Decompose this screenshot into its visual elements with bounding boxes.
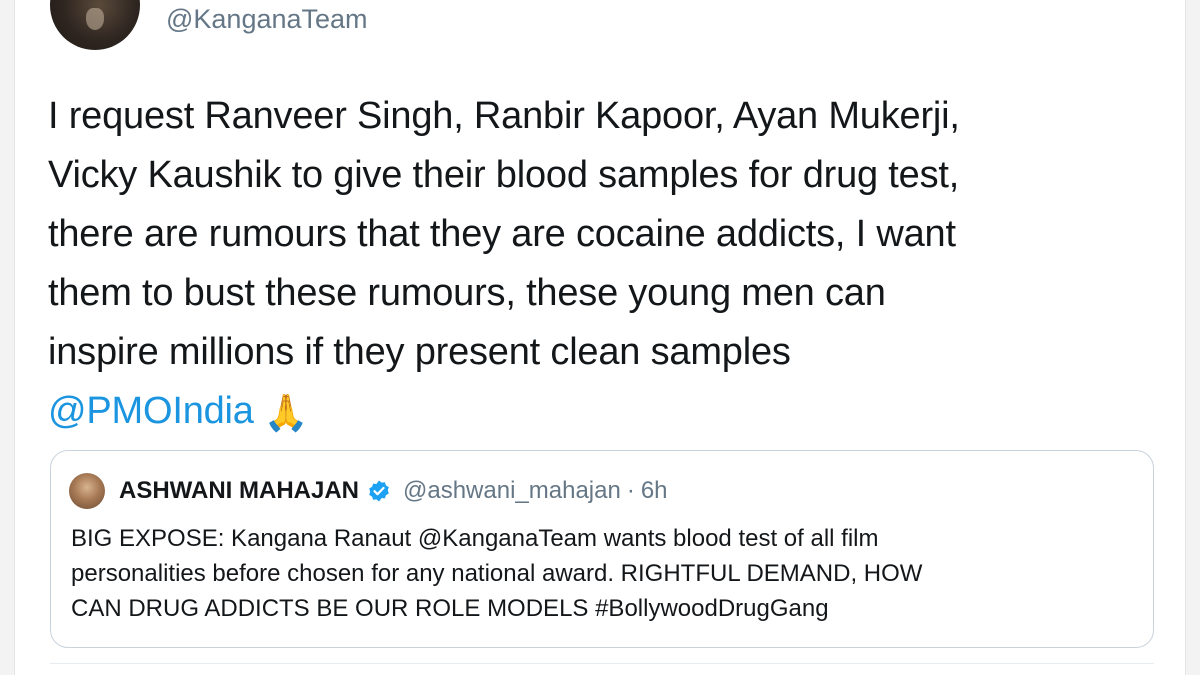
quoted-tweet-body: BIG EXPOSE: Kangana Ranaut @KanganaTeam … xyxy=(71,521,1141,626)
tweet-text-line: there are rumours that they are cocaine … xyxy=(48,213,956,255)
quoted-tweet-timestamp[interactable]: 6h xyxy=(641,477,668,505)
quoted-text-line: personalities before chosen for any nati… xyxy=(71,560,923,587)
quoted-tweet-header: ASHWANI MAHAJAN @ashwani_mahajan · 6h xyxy=(69,471,668,511)
quoted-author-name[interactable]: ASHWANI MAHAJAN xyxy=(119,477,359,505)
divider xyxy=(50,663,1154,664)
tweet-text-line: I request Ranveer Singh, Ranbir Kapoor, … xyxy=(48,95,960,137)
author-handle[interactable]: @KanganaTeam xyxy=(166,4,368,35)
meta-separator: · xyxy=(626,477,635,504)
tweet-text-line: inspire millions if they present clean s… xyxy=(48,331,791,373)
tweet-mention-line: @PMOIndia 🙏 xyxy=(48,382,1168,442)
verified-badge-icon xyxy=(367,479,391,503)
quoted-text-line: CAN DRUG ADDICTS BE OUR ROLE MODELS #Bol… xyxy=(71,595,829,622)
quoted-author-handle[interactable]: @ashwani_mahajan xyxy=(403,477,621,505)
folded-hands-emoji-icon: 🙏 xyxy=(263,392,309,433)
author-avatar[interactable] xyxy=(50,0,140,50)
tweet-body: I request Ranveer Singh, Ranbir Kapoor, … xyxy=(48,87,1168,442)
right-frame-edge xyxy=(1185,0,1200,675)
pmo-india-mention-link[interactable]: @PMOIndia xyxy=(48,390,254,432)
quoted-tweet-card[interactable]: ASHWANI MAHAJAN @ashwani_mahajan · 6h BI… xyxy=(50,450,1154,648)
tweet-text-line: them to bust these rumours, these young … xyxy=(48,272,886,314)
quoted-author-avatar[interactable] xyxy=(69,473,105,509)
left-frame-edge xyxy=(0,0,15,675)
tweet-text-line: Vicky Kaushik to give their blood sample… xyxy=(48,154,960,196)
quoted-text-line: BIG EXPOSE: Kangana Ranaut @KanganaTeam … xyxy=(71,525,879,552)
